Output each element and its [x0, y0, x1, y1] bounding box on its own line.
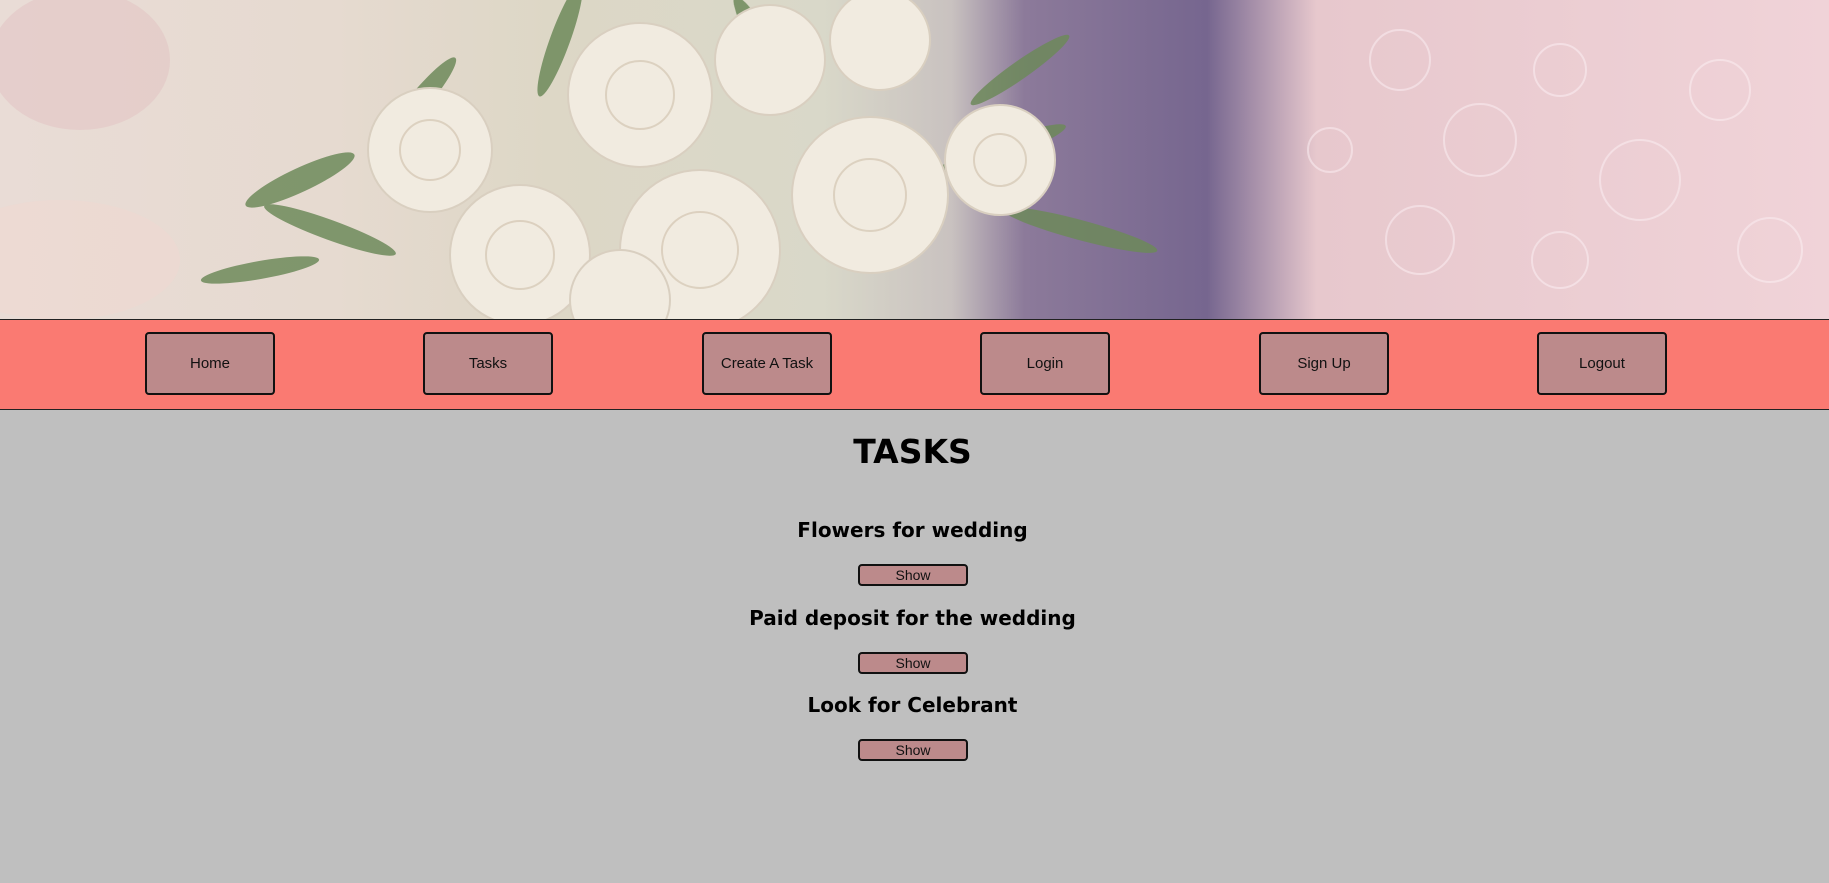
nav-tasks-button[interactable]: Tasks [423, 332, 553, 395]
task-show-button[interactable]: Show [858, 652, 968, 674]
task-title: Look for Celebrant [807, 693, 1018, 717]
nav-logout-button[interactable]: Logout [1537, 332, 1667, 395]
task-title: Flowers for wedding [797, 518, 1028, 542]
nav-home-button[interactable]: Home [145, 332, 275, 395]
nav-login-button[interactable]: Login [980, 332, 1110, 395]
nav-signup-button[interactable]: Sign Up [1259, 332, 1389, 395]
task-show-button[interactable]: Show [858, 739, 968, 761]
nav-create-task-button[interactable]: Create A Task [702, 332, 832, 395]
task-show-button[interactable]: Show [858, 564, 968, 586]
bouquet-illustration [0, 0, 1803, 319]
tasks-section: TASKS Flowers for wedding Show Paid depo… [0, 410, 1829, 883]
task-title: Paid deposit for the wedding [749, 606, 1076, 630]
main-navbar: Home Tasks Create A Task Login Sign Up L… [0, 319, 1829, 410]
page-title: TASKS [853, 432, 972, 471]
hero-image [0, 0, 1829, 319]
